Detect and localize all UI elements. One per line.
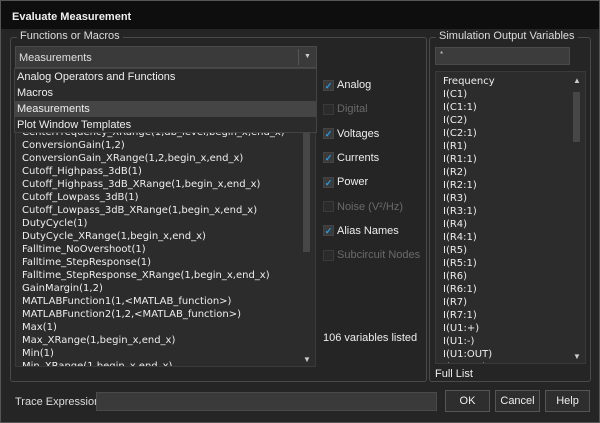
scroll-thumb[interactable] (573, 92, 580, 142)
filter-label: Subcircuit Nodes (337, 249, 421, 262)
variable-item[interactable]: I(U1:-) (443, 335, 495, 348)
chevron-down-icon[interactable]: ▼ (298, 49, 316, 65)
checkbox-icon[interactable]: ✓ (323, 79, 334, 91)
dialog-title: Evaluate Measurement (1, 1, 599, 29)
variable-item[interactable]: I(R4:1) (443, 231, 495, 244)
filter-label: Currents (337, 151, 380, 164)
filter-checkbox[interactable]: Subcircuit Nodes (323, 248, 420, 262)
filter-label: Noise (V²/Hz) (337, 200, 404, 213)
checkbox-icon[interactable]: ✓ (323, 128, 334, 140)
full-list-label: Full List (435, 368, 473, 380)
scroll-thumb[interactable] (303, 112, 310, 252)
functions-dropdown[interactable]: Measurements ▼ (15, 46, 317, 68)
function-item[interactable]: MATLABFunction2(1,2,<MATLAB_function>) (22, 308, 285, 321)
filter-label: Digital (337, 103, 368, 116)
variable-item[interactable]: I(R1:1) (443, 153, 495, 166)
trace-expression-label: Trace Expression: (15, 396, 104, 408)
checkbox-icon[interactable]: ✓ (323, 225, 334, 237)
function-item[interactable]: DutyCycle(1) (22, 217, 285, 230)
variable-item[interactable]: I(U1:V+) (443, 361, 495, 363)
checkbox-icon[interactable]: ✓ (323, 176, 334, 188)
variable-item[interactable]: I(R2:1) (443, 179, 495, 192)
filter-checkbox[interactable]: ✓ Alias Names (323, 224, 399, 238)
filter-checkbox[interactable]: ✓ Currents (323, 151, 379, 165)
function-item[interactable]: Max(1) (22, 321, 285, 334)
variable-item[interactable]: I(U1:+) (443, 322, 495, 335)
function-item[interactable]: Cutoff_Highpass_3dB(1) (22, 165, 285, 178)
checkbox-icon[interactable]: ✓ (323, 152, 334, 164)
variable-item[interactable]: I(R6:1) (443, 283, 495, 296)
dropdown-selected: Measurements (19, 52, 92, 64)
variable-item[interactable]: I(R4) (443, 218, 495, 231)
function-item[interactable]: Min_XRange(1,begin_x,end_x) (22, 360, 285, 366)
variable-item[interactable]: I(R5:1) (443, 257, 495, 270)
variable-count: 106 variables listed (323, 332, 418, 344)
variables-group-label: Simulation Output Variables (436, 30, 578, 42)
variable-item[interactable]: I(R2) (443, 166, 495, 179)
variable-item[interactable]: I(R7:1) (443, 309, 495, 322)
variable-item[interactable]: I(R1) (443, 140, 495, 153)
filter-checkbox[interactable]: Digital (323, 102, 368, 116)
variables-list[interactable]: Frequency I(C1) I(C1:1) I(C2) I(C2:1) I(R1) I(… (435, 71, 586, 364)
help-button[interactable]: Help (545, 390, 590, 412)
function-item[interactable]: ConversionGain_XRange(1,2,begin_x,end_x) (22, 152, 285, 165)
variables-scrollbar[interactable]: ▲ ▼ (569, 72, 585, 363)
checkbox-icon[interactable] (323, 201, 334, 212)
variable-item[interactable]: I(C2) (443, 114, 495, 127)
function-item[interactable]: MATLABFunction1(1,<MATLAB_function>) (22, 295, 285, 308)
filter-label: Alias Names (337, 224, 399, 237)
function-item[interactable]: Falltime_NoOvershoot(1) (22, 243, 285, 256)
dropdown-option[interactable]: Macros (15, 85, 316, 101)
dropdown-option[interactable]: Measurements (15, 101, 316, 117)
filter-checkbox[interactable]: ✓ Analog (323, 78, 371, 92)
function-item[interactable]: Falltime_StepResponse(1) (22, 256, 285, 269)
evaluate-measurement-dialog: Evaluate Measurement Functions or Macros… (0, 0, 600, 423)
functions-group-label: Functions or Macros (17, 30, 123, 42)
function-item[interactable]: Cutoff_Lowpass_3dB_XRange(1,begin_x,end_… (22, 204, 285, 217)
dropdown-option[interactable]: Analog Operators and Functions (15, 69, 316, 85)
scroll-down-icon[interactable]: ▼ (569, 352, 585, 361)
function-item[interactable]: Min(1) (22, 347, 285, 360)
function-item[interactable]: Cutoff_Lowpass_3dB(1) (22, 191, 285, 204)
variable-item[interactable]: I(R3:1) (443, 205, 495, 218)
variable-item[interactable]: I(R5) (443, 244, 495, 257)
variable-item[interactable]: I(C1) (443, 88, 495, 101)
function-item[interactable]: ConversionGain(1,2) (22, 139, 285, 152)
checkbox-icon[interactable] (323, 249, 334, 261)
variable-item[interactable]: I(C1:1) (443, 101, 495, 114)
scroll-down-icon[interactable]: ▼ (299, 355, 315, 364)
checkbox-icon[interactable] (323, 103, 334, 115)
trace-expression-input[interactable] (96, 392, 437, 411)
dropdown-option[interactable]: Plot Window Templates (15, 117, 316, 133)
function-item[interactable]: GainMargin(1,2) (22, 282, 285, 295)
function-item[interactable]: Falltime_StepResponse_XRange(1,begin_x,e… (22, 269, 285, 282)
filter-label: Analog (337, 79, 372, 91)
ok-button[interactable]: OK (445, 390, 490, 412)
cancel-button[interactable]: Cancel (495, 390, 540, 412)
function-item[interactable]: Cutoff_Highpass_3dB_XRange(1,begin_x,end… (22, 178, 285, 191)
variable-item[interactable]: I(C2:1) (443, 127, 495, 140)
filter-label: Power (337, 176, 369, 189)
variable-item[interactable]: I(U1:OUT) (443, 348, 495, 361)
filter-checkbox[interactable]: ✓ Power (323, 175, 368, 189)
variable-item[interactable]: I(R7) (443, 296, 495, 309)
variable-item[interactable]: I(R6) (443, 270, 495, 283)
filter-checkbox[interactable]: Noise (V²/Hz) (323, 200, 403, 214)
variable-item[interactable]: I(R3) (443, 192, 495, 205)
filter-checkbox[interactable]: ✓ Voltages (323, 127, 379, 141)
function-item[interactable]: Max_XRange(1,begin_x,end_x) (22, 334, 285, 347)
filter-label: Voltages (337, 127, 380, 140)
functions-dropdown-menu: Analog Operators and Functions Macros Meas… (14, 68, 317, 133)
function-item[interactable]: DutyCycle_XRange(1,begin_x,end_x) (22, 230, 285, 243)
variable-filter-input[interactable]: * (435, 47, 570, 65)
scroll-up-icon[interactable]: ▲ (569, 76, 585, 85)
variable-item[interactable]: Frequency (443, 75, 495, 88)
